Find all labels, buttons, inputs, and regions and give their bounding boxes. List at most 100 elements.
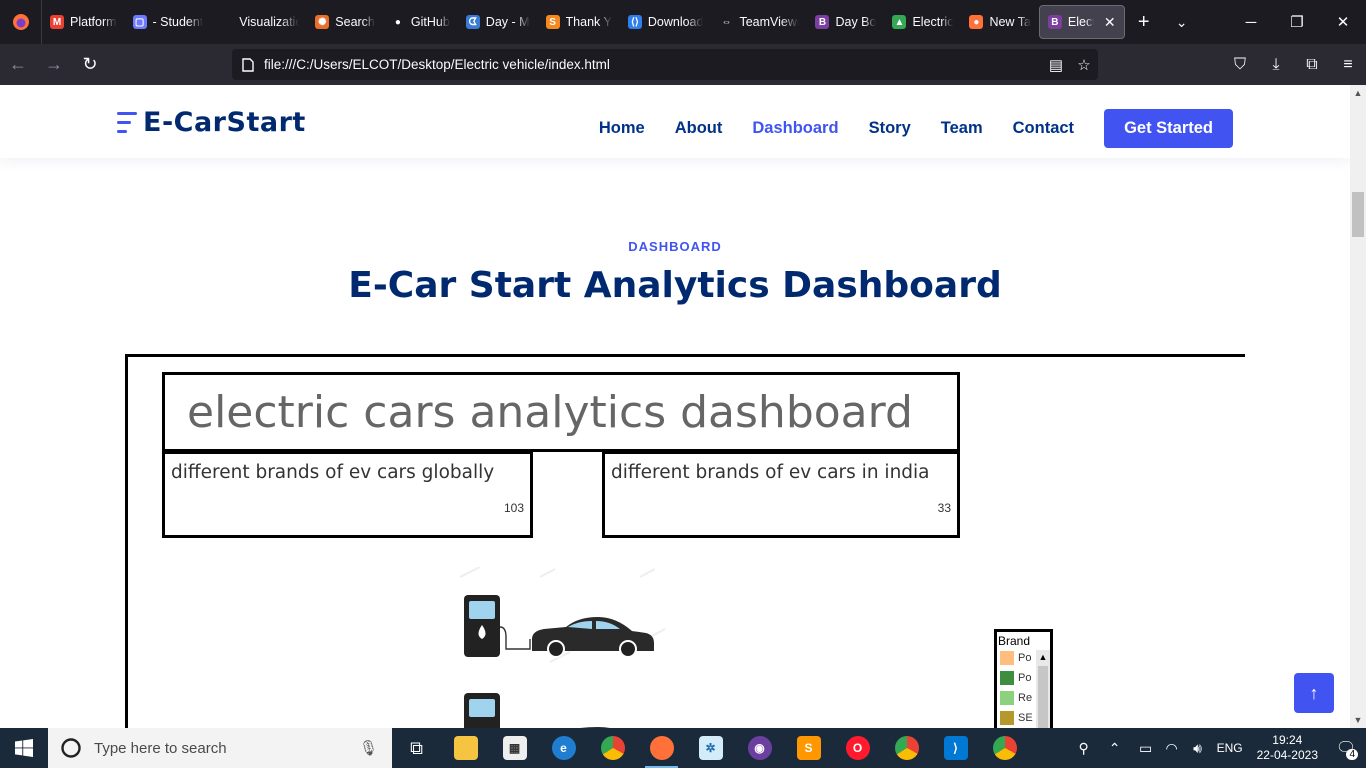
notification-count: 4 (1346, 749, 1358, 760)
page-info-icon[interactable] (232, 57, 264, 72)
section-title: E-Car Start Analytics Dashboard (348, 265, 1002, 306)
clock[interactable]: 19:24 22-04-2023 (1249, 733, 1326, 763)
tab-favicon-icon: ▢ (132, 15, 147, 29)
volume-icon[interactable]: 🔊︎ (1185, 740, 1211, 757)
close-window-icon[interactable]: ✕ (1320, 0, 1366, 44)
nav-about[interactable]: About (675, 119, 723, 138)
tab-label: GitHub (410, 15, 450, 29)
microphone-icon[interactable]: 🎙 (359, 739, 392, 757)
minimize-icon[interactable]: ─ (1228, 0, 1274, 44)
browser-navbar: ← → ↻ file:///C:/Users/ELCOT/Desktop/Ele… (0, 44, 1366, 85)
pocket-icon[interactable]: ⛉ (1222, 44, 1258, 85)
brand-legend[interactable]: Brand Po Po Re SE ▲ (994, 629, 1053, 728)
url-text[interactable]: file:///C:/Users/ELCOT/Desktop/Electric … (264, 57, 1042, 72)
close-tab-icon[interactable]: ✕ (1104, 14, 1116, 31)
tab-favicon-icon: ⟨⟩ (627, 15, 642, 29)
sublime-icon[interactable]: S (784, 728, 833, 768)
car-icon (532, 617, 654, 658)
nav-dashboard[interactable]: Dashboard (752, 119, 838, 138)
windows-start-icon[interactable] (0, 728, 48, 768)
browser-tab[interactable]: ▢ - Student (125, 0, 212, 44)
show-hidden-icons[interactable]: ⌃ (1097, 740, 1133, 757)
chrome-icon[interactable] (588, 728, 637, 768)
browser-tab[interactable]: ● New Ta (961, 0, 1038, 44)
tab-label: Day Bo (835, 15, 877, 29)
browser-tab[interactable]: S Thank Y (538, 0, 620, 44)
reload-icon[interactable]: ↻ (72, 44, 108, 85)
tab-label: Elect (1067, 15, 1094, 29)
chrome-icon-3[interactable] (980, 728, 1029, 768)
back-to-top-button[interactable]: ↑ (1294, 673, 1334, 713)
taskbar-search[interactable]: Type here to search 🎙 (48, 728, 392, 768)
opera-icon[interactable]: O (833, 728, 882, 768)
battery-icon[interactable]: ▭ (1133, 740, 1159, 757)
web-page: E-CarStart Home About Dashboard Story Te… (0, 85, 1350, 728)
address-bar[interactable]: file:///C:/Users/ELCOT/Desktop/Electric … (232, 49, 1098, 80)
file-explorer-icon[interactable] (441, 728, 490, 768)
new-tab-icon[interactable]: + (1125, 0, 1163, 44)
reader-view-icon[interactable]: ▤ (1042, 56, 1070, 74)
charging-station-icon (464, 595, 531, 657)
system-tray: ⚲ ⌃ ▭ ◠ 🔊︎ ENG 19:24 22-04-2023 🗨︎ 4 (1071, 728, 1366, 768)
store-icon[interactable]: ▦ (490, 728, 539, 768)
nav-story[interactable]: Story (869, 119, 911, 138)
tab-label: Visualization (239, 15, 300, 29)
legend-scroll-thumb[interactable] (1038, 666, 1048, 728)
firefox-menu-icon[interactable] (0, 0, 42, 44)
snipping-icon[interactable]: ✲ (686, 728, 735, 768)
browser-tab[interactable]: M Platform (42, 0, 125, 44)
chrome-icon-2[interactable] (882, 728, 931, 768)
browser-tab[interactable]: ● GitHub (383, 0, 458, 44)
tab-list: M Platform ▢ - Student Visualization ✺ Search ●… (42, 0, 1039, 44)
forward-icon[interactable]: → (36, 44, 72, 85)
browser-tab[interactable]: ᗧ Day - M (458, 0, 538, 44)
edge-icon[interactable]: e (539, 728, 588, 768)
vpn-mask-icon[interactable]: ◉ (735, 728, 784, 768)
browser-tab[interactable]: Visualization (211, 0, 307, 44)
bootstrap-icon: B (1047, 15, 1062, 29)
get-started-button[interactable]: Get Started (1104, 109, 1233, 148)
list-tabs-icon[interactable]: ⌄ (1163, 0, 1201, 44)
tableau-embed[interactable]: electric cars analytics dashboard differ… (125, 354, 1245, 728)
page-scrollbar[interactable]: ▲ ▼ (1350, 85, 1366, 728)
tab-favicon-icon: ᗧ (465, 15, 480, 29)
browser-tab[interactable]: ▲ Electric (884, 0, 961, 44)
nav-contact[interactable]: Contact (1013, 119, 1074, 138)
browser-tab[interactable]: B Day Bo (807, 0, 884, 44)
downloads-icon[interactable]: ⤓ (1258, 44, 1294, 85)
people-icon[interactable]: ⚲ (1071, 740, 1097, 757)
back-icon[interactable]: ← (0, 44, 36, 85)
task-view-icon[interactable]: ⧉ (392, 728, 441, 768)
chevron-up-icon[interactable]: ▲ (1036, 650, 1050, 664)
vscode-icon[interactable]: ⟩ (931, 728, 980, 768)
tab-label: - Student (152, 15, 204, 29)
tab-label: Electric (912, 15, 954, 29)
browser-tab[interactable]: ⇔ TeamViewer (711, 0, 807, 44)
scroll-down-icon[interactable]: ▼ (1350, 712, 1366, 728)
extensions-icon[interactable]: ⧉ (1294, 44, 1330, 85)
tab-active[interactable]: B Elect ✕ (1038, 5, 1125, 39)
site-logo[interactable]: E-CarStart (117, 107, 306, 138)
legend-scrollbar[interactable]: ▲ (1036, 650, 1050, 728)
restore-icon[interactable]: ❐ (1274, 0, 1320, 44)
kpi-global-label: different brands of ev cars globally (171, 462, 495, 483)
search-placeholder: Type here to search (94, 739, 227, 757)
scroll-up-icon[interactable]: ▲ (1350, 85, 1366, 101)
hamburger-menu-icon[interactable]: ≡ (1330, 44, 1366, 85)
wifi-icon[interactable]: ◠ (1159, 740, 1185, 757)
nav-team[interactable]: Team (941, 119, 983, 138)
browser-tab[interactable]: ✺ Search (307, 0, 383, 44)
bookmark-star-icon[interactable]: ☆ (1070, 56, 1098, 74)
firefox-taskbar-icon[interactable] (637, 728, 686, 768)
browser-tab-strip: M Platform ▢ - Student Visualization ✺ Search ●… (0, 0, 1366, 44)
language-indicator[interactable]: ENG (1211, 741, 1249, 755)
tab-favicon-icon: M (50, 15, 64, 29)
clock-date: 22-04-2023 (1256, 748, 1318, 762)
browser-tab[interactable]: ⟨⟩ Download (620, 0, 712, 44)
tab-favicon-icon: ▲ (892, 15, 907, 29)
tab-favicon-icon: S (545, 15, 560, 29)
tab-label: Platform (70, 15, 117, 29)
nav-home[interactable]: Home (599, 119, 645, 138)
scroll-thumb[interactable] (1352, 192, 1364, 237)
notifications-icon[interactable]: 🗨︎ 4 (1326, 738, 1366, 760)
